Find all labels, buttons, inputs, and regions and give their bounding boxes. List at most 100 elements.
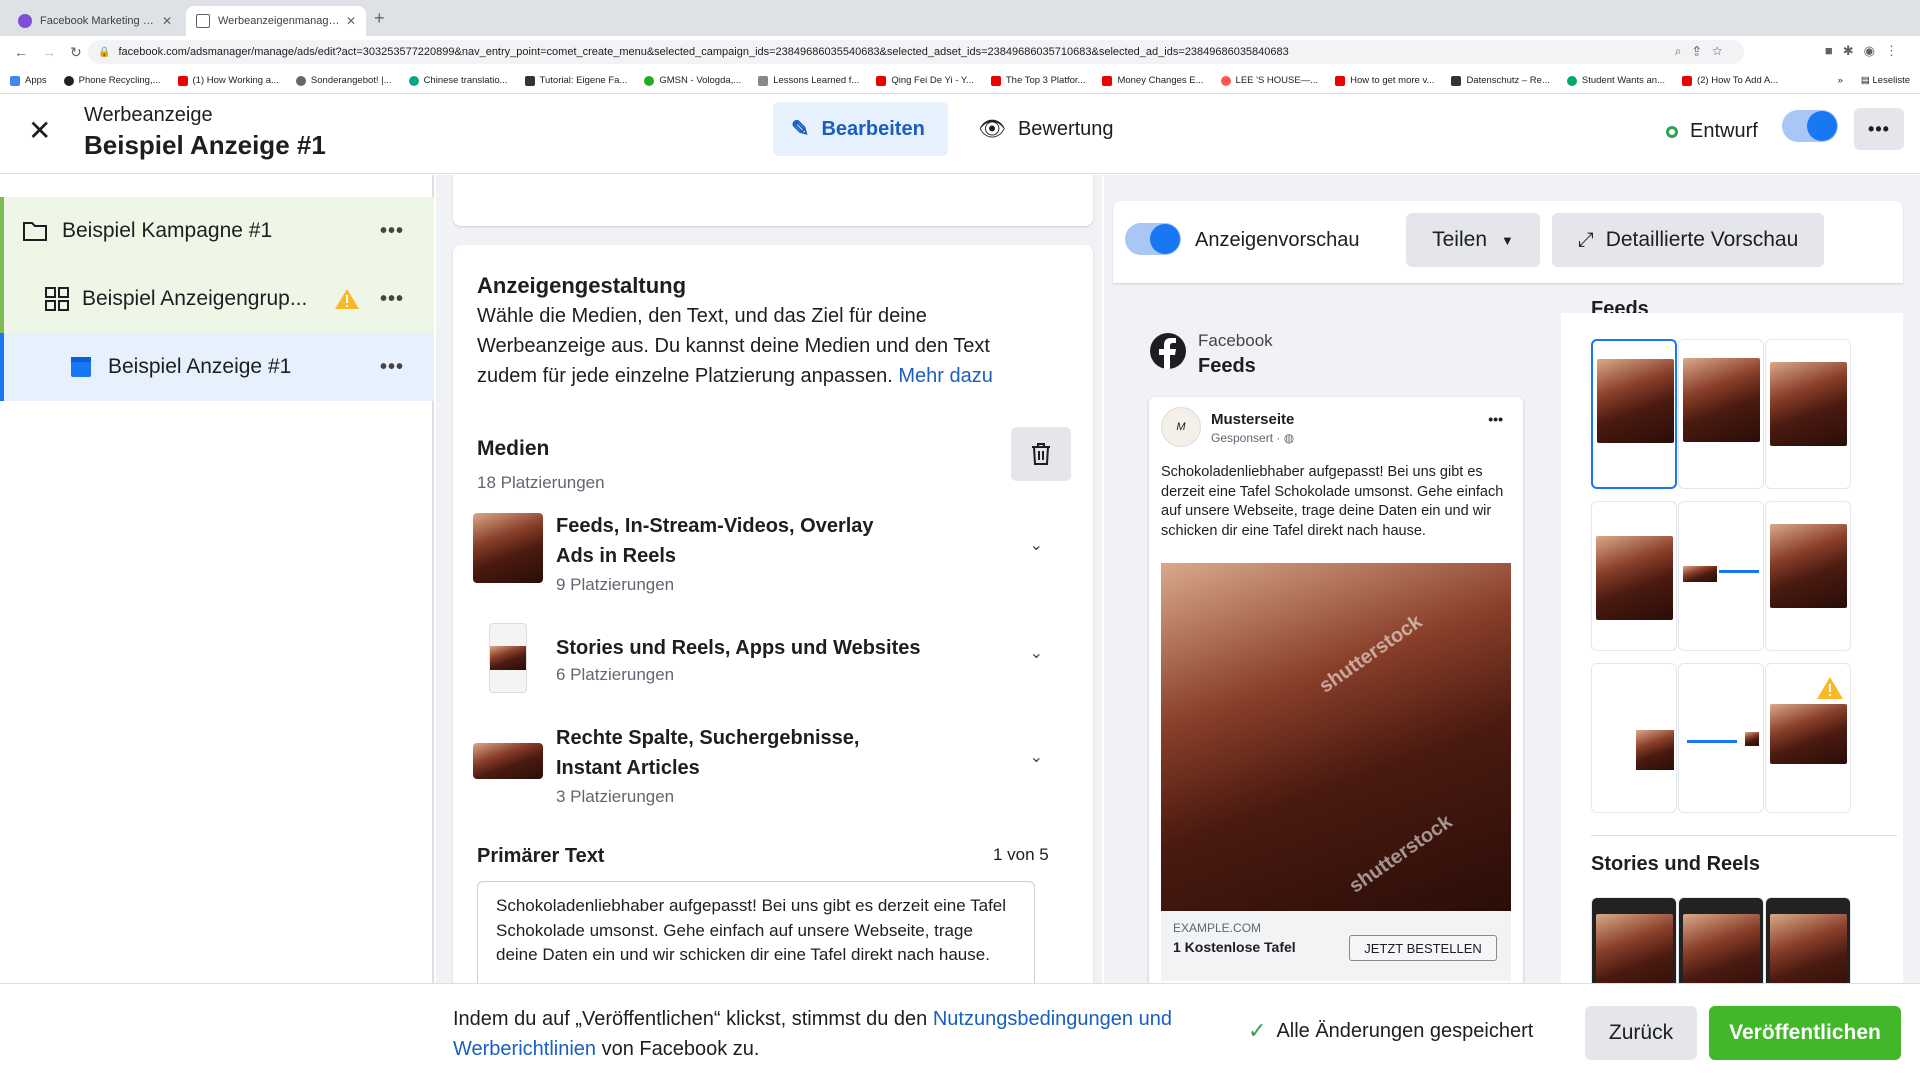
grid-icon bbox=[45, 287, 69, 311]
review-tab-button[interactable]: 👁 Bewertung bbox=[960, 102, 1132, 156]
apps-icon bbox=[10, 75, 20, 86]
tree-item-adset[interactable]: Beispiel Anzeigengrup... ••• bbox=[0, 265, 434, 333]
close-tab-icon[interactable]: ✕ bbox=[346, 14, 356, 28]
bookmark-item[interactable]: Chinese translatio... bbox=[408, 75, 508, 86]
reading-list-icon: ▤ bbox=[1860, 75, 1873, 86]
facebook-icon bbox=[18, 14, 32, 28]
reload-icon[interactable]: ↻ bbox=[70, 44, 82, 61]
bookmark-item[interactable]: Phone Recycling,... bbox=[63, 75, 161, 86]
section-title: Anzeigengestaltung bbox=[477, 273, 687, 298]
tab-title: Werbeanzeigenmanager - Wer bbox=[218, 15, 340, 27]
extension-icons[interactable]: ■✱◉⋮ bbox=[1825, 43, 1908, 59]
youtube-icon bbox=[1681, 75, 1692, 86]
close-tab-icon[interactable]: ✕ bbox=[162, 14, 172, 28]
bookmark-item[interactable]: (2) How To Add A... bbox=[1681, 75, 1778, 86]
placement-preview-thumb[interactable] bbox=[1678, 339, 1764, 489]
toggle-knob bbox=[1807, 111, 1837, 141]
share-button[interactable]: Teilen ▼ bbox=[1406, 213, 1540, 267]
pencil-icon: ✎ bbox=[791, 116, 810, 141]
bookmark-item[interactable]: Apps bbox=[10, 75, 47, 86]
placement-row-stories[interactable]: Stories und Reels, Apps und Websites 6 P… bbox=[473, 623, 1063, 703]
placement-title: Rechte Spalte, Suchergebnisse, bbox=[556, 727, 860, 749]
back-icon[interactable]: ← bbox=[14, 44, 28, 60]
placement-preview-thumb[interactable] bbox=[1765, 339, 1851, 489]
bookmark-item[interactable]: Tutorial: Eigene Fa... bbox=[524, 75, 627, 86]
placement-title: Stories und Reels, Apps und Websites bbox=[556, 637, 921, 659]
warning-icon bbox=[335, 289, 359, 309]
placement-preview-thumb[interactable] bbox=[1678, 501, 1764, 651]
learn-more-link[interactable]: Mehr dazu bbox=[898, 365, 993, 387]
checkmark-icon: ✓ bbox=[1248, 1018, 1267, 1043]
page-avatar: M bbox=[1161, 407, 1201, 447]
browser-tab-marketing[interactable]: Facebook Marketing & Werbea ✕ bbox=[8, 6, 182, 36]
delete-media-button[interactable] bbox=[1011, 427, 1071, 481]
placement-preview-thumb[interactable] bbox=[1591, 339, 1677, 489]
placement-preview-thumb[interactable] bbox=[1591, 501, 1677, 651]
bookmark-item[interactable]: Student Wants an... bbox=[1566, 75, 1665, 86]
header-subtitle: Werbeanzeige bbox=[84, 104, 213, 126]
url-actions[interactable]: ⌕⇪☆ bbox=[1675, 44, 1734, 59]
page-icon bbox=[196, 14, 210, 28]
campaign-more-icon[interactable]: ••• bbox=[380, 220, 404, 243]
story-preview-thumb[interactable] bbox=[1765, 897, 1851, 983]
placement-preview-thumb[interactable] bbox=[1591, 663, 1677, 813]
tree-item-campaign[interactable]: Beispiel Kampagne #1 ••• bbox=[0, 197, 434, 265]
post-more-icon[interactable]: ••• bbox=[1488, 411, 1503, 427]
bookmark-item[interactable]: LEE 'S HOUSE—... bbox=[1220, 75, 1318, 86]
expand-icon: ⤢ bbox=[1577, 228, 1594, 251]
chevron-down-icon[interactable]: ⌄ bbox=[1030, 643, 1043, 663]
ad-active-toggle[interactable] bbox=[1782, 110, 1838, 142]
chevron-down-icon[interactable]: ⌄ bbox=[1030, 535, 1043, 555]
edit-tab-button[interactable]: ✎ Bearbeiten bbox=[773, 102, 948, 156]
link-domain: EXAMPLE.COM bbox=[1173, 921, 1262, 935]
bookmark-item[interactable]: Datenschutz – Re... bbox=[1451, 75, 1550, 86]
cta-button[interactable]: JETZT BESTELLEN bbox=[1349, 935, 1497, 961]
primary-text-field[interactable]: Schokoladenliebhaber aufgepasst! Bei uns… bbox=[477, 881, 1035, 983]
footer-bar: Indem du auf „Veröffentlichen“ klickst, … bbox=[0, 983, 1920, 1080]
publish-button[interactable]: Veröffentlichen bbox=[1709, 1006, 1901, 1060]
bookmark-item[interactable]: (1) How Working a... bbox=[177, 75, 279, 86]
tree-item-ad[interactable]: Beispiel Anzeige #1 ••• bbox=[0, 333, 434, 401]
placement-row-feeds[interactable]: Feeds, In-Stream-Videos, Overlay Ads in … bbox=[473, 511, 1063, 601]
ad-more-icon[interactable]: ••• bbox=[380, 356, 404, 379]
bookmark-icon bbox=[295, 75, 306, 86]
back-button[interactable]: Zurück bbox=[1585, 1006, 1697, 1060]
trash-icon bbox=[1032, 443, 1050, 465]
youtube-icon bbox=[876, 75, 887, 86]
placement-preview-thumb[interactable] bbox=[1765, 501, 1851, 651]
preview-toolbar: Anzeigenvorschau Teilen ▼ ⤢ Detaillierte… bbox=[1113, 201, 1903, 283]
page-title: Beispiel Anzeige #1 bbox=[84, 130, 326, 160]
reading-list[interactable]: » ▤ Leseliste bbox=[1838, 75, 1910, 86]
bookmark-item[interactable]: Qing Fei De Yi - Y... bbox=[876, 75, 974, 86]
bookmark-item[interactable]: Sonderangebot! |... bbox=[295, 75, 392, 86]
forward-icon[interactable]: → bbox=[42, 44, 56, 60]
url-field[interactable]: 🔒 facebook.com/adsmanager/manage/ads/edi… bbox=[88, 40, 1744, 64]
bookmark-item[interactable]: GMSN - Vologda,... bbox=[644, 75, 741, 86]
adset-more-icon[interactable]: ••• bbox=[380, 288, 404, 311]
ad-preview-post: M Musterseite Gesponsert · ◍ ••• Schokol… bbox=[1149, 397, 1523, 983]
bookmark-item[interactable]: How to get more v... bbox=[1335, 75, 1434, 86]
story-preview-thumb[interactable] bbox=[1678, 897, 1764, 983]
chevron-down-icon[interactable]: ⌄ bbox=[1030, 747, 1043, 767]
ad-icon bbox=[71, 357, 91, 377]
sponsored-label: Gesponsert · ◍ bbox=[1211, 431, 1295, 445]
placement-title: Feeds, In-Stream-Videos, Overlay bbox=[556, 515, 874, 537]
feed-preview-pane: Facebook Feeds M Musterseite Gesponsert … bbox=[1113, 313, 1560, 983]
bookmark-item[interactable]: Lessons Learned f... bbox=[758, 75, 859, 86]
folder-icon bbox=[23, 222, 47, 241]
placement-preview-thumb[interactable] bbox=[1765, 663, 1851, 813]
browser-tab-adsmanager[interactable]: Werbeanzeigenmanager - Wer ✕ bbox=[186, 6, 366, 36]
detailed-preview-button[interactable]: ⤢ Detaillierte Vorschau bbox=[1552, 213, 1824, 267]
bookmark-item[interactable]: Money Changes E... bbox=[1102, 75, 1204, 86]
bookmark-item[interactable]: The Top 3 Platfor... bbox=[990, 75, 1085, 86]
youtube-icon bbox=[990, 75, 1001, 86]
preview-toggle[interactable] bbox=[1125, 223, 1181, 255]
placement-row-right-column[interactable]: Rechte Spalte, Suchergebnisse, Instant A… bbox=[473, 723, 1063, 813]
new-tab-icon[interactable]: + bbox=[374, 8, 385, 29]
more-options-button[interactable]: ••• bbox=[1854, 108, 1904, 150]
placement-preview-thumb[interactable] bbox=[1678, 663, 1764, 813]
placement-grid-pane: Feeds Stories und Reels bbox=[1561, 299, 1903, 983]
close-icon[interactable]: ✕ bbox=[28, 114, 51, 147]
story-preview-thumb[interactable] bbox=[1591, 897, 1677, 983]
app-header: ✕ Werbeanzeige Beispiel Anzeige #1 ✎ Bea… bbox=[0, 94, 1920, 174]
